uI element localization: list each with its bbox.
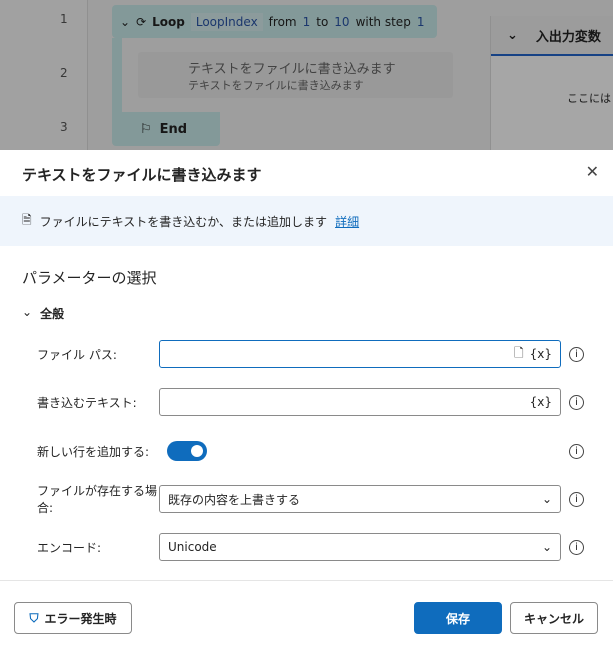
dialog-footer: ⛉ エラー発生時 保存 キャンセル	[0, 580, 613, 651]
newline-row: 新しい行を追加する: i	[37, 437, 597, 465]
info-icon[interactable]: i	[569, 443, 584, 459]
encoding-value: Unicode	[168, 540, 217, 554]
encoding-label: エンコード:	[37, 540, 102, 555]
text-row: 書き込むテキスト: {x} i	[37, 388, 597, 416]
chevron-down-icon: ⌄	[541, 492, 552, 506]
info-icon[interactable]: i	[569, 346, 584, 362]
newline-toggle[interactable]	[167, 441, 207, 461]
section-title: パラメーターの選択	[22, 269, 157, 287]
text-input[interactable]: {x}	[159, 388, 561, 416]
chevron-down-icon: ⌄	[541, 540, 552, 554]
modal-overlay	[0, 0, 613, 150]
file-icon[interactable]: 🗋	[514, 344, 524, 365]
file-path-label: ファイル パス:	[37, 347, 117, 362]
if-exists-label: ファイルが存在する場合:	[37, 484, 158, 515]
description-text: ファイルにテキストを書き込むか、または追加します	[39, 214, 328, 229]
if-exists-row: ファイルが存在する場合: 既存の内容を上書きする ⌄ i	[37, 484, 597, 515]
encoding-select[interactable]: Unicode ⌄	[159, 533, 561, 561]
chevron-down-icon: ⌄	[22, 305, 33, 319]
encoding-row: エンコード: Unicode ⌄ i	[37, 533, 597, 561]
dialog-title: テキストをファイルに書き込みます	[22, 166, 262, 184]
text-label: 書き込むテキスト:	[37, 395, 137, 410]
variable-icon[interactable]: {x}	[530, 395, 552, 409]
variable-icon[interactable]: {x}	[530, 347, 552, 361]
action-dialog: テキストをファイルに書き込みます ✕ 🗎 ファイルにテキストを書き込むか、または…	[0, 150, 613, 651]
newline-label: 新しい行を追加する:	[37, 444, 150, 459]
cancel-button[interactable]: キャンセル	[510, 602, 598, 634]
file-path-row: ファイル パス: 🗋 {x} i	[37, 340, 597, 368]
info-icon[interactable]: i	[569, 539, 584, 555]
group-label: 全般	[40, 307, 65, 321]
on-error-button[interactable]: ⛉ エラー発生時	[14, 602, 132, 634]
if-exists-select[interactable]: 既存の内容を上書きする ⌄	[159, 485, 561, 513]
description-bar: 🗎 ファイルにテキストを書き込むか、または追加します 詳細	[0, 196, 613, 246]
group-general[interactable]: ⌄ 全般	[22, 305, 64, 322]
save-button[interactable]: 保存	[414, 602, 502, 634]
if-exists-value: 既存の内容を上書きする	[168, 492, 301, 507]
info-icon[interactable]: i	[569, 394, 584, 410]
on-error-label: エラー発生時	[44, 611, 117, 626]
file-path-input[interactable]: 🗋 {x}	[159, 340, 561, 368]
shield-icon: ⛉	[29, 610, 39, 625]
info-icon[interactable]: i	[569, 491, 584, 507]
document-edit-icon: 🗎	[22, 212, 32, 227]
details-link[interactable]: 詳細	[335, 213, 359, 230]
close-icon[interactable]: ✕	[586, 162, 599, 181]
